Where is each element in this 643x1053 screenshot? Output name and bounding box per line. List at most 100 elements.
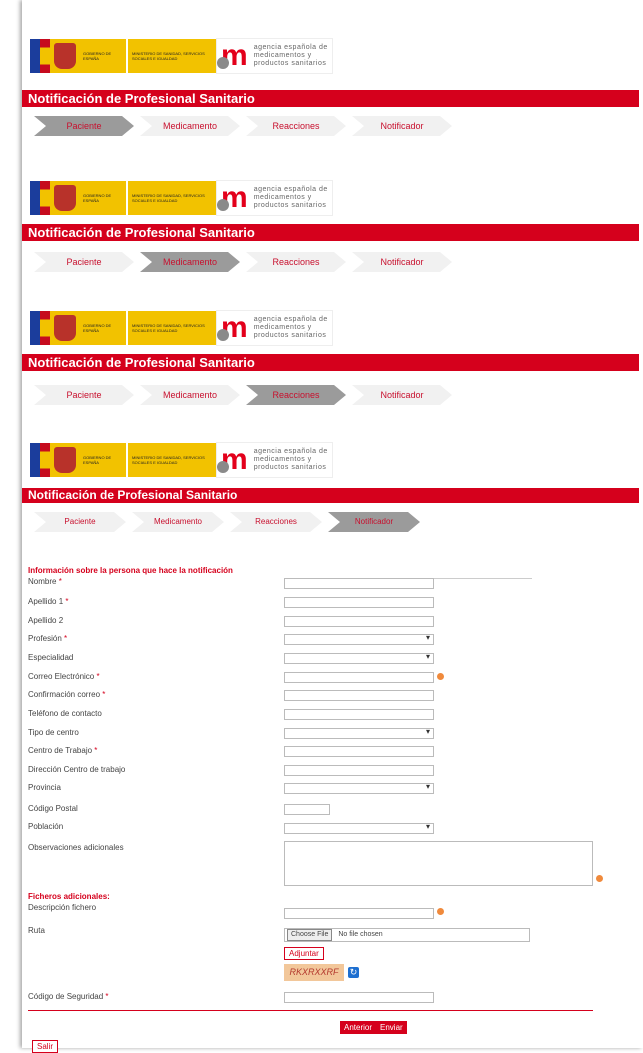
header-logos: GOBIERNO DE ESPAÑA MINISTERIO DE SANIDAD… [30,310,333,346]
file-input[interactable]: Choose File No file chosen [284,928,530,942]
spain-flag-icon [40,39,50,73]
label-ruta: Ruta [28,926,45,935]
government-logo: GOBIERNO DE ESPAÑA MINISTERIO DE SANIDAD… [30,39,216,73]
poblacion-select[interactable] [284,822,434,834]
salir-button[interactable]: Salir [32,1040,59,1053]
page-title: Notificación de Profesional Sanitario [22,224,639,241]
government-logo: GOBIERNO DE ESPAÑA MINISTERIO DE SANIDAD… [30,311,216,345]
wizard-steps: Paciente Medicamento Reacciones Notifica… [34,512,426,532]
coat-of-arms-icon [54,185,76,211]
label-confirmacion-correo: Confirmación correo * [28,690,106,699]
spain-flag-icon [40,443,50,477]
direccion-centro-input[interactable] [284,765,434,776]
step-reacciones[interactable]: Reacciones [246,385,346,405]
coat-of-arms-icon [54,315,76,341]
step-paciente[interactable]: Paciente [34,116,134,136]
label-correo: Correo Electrónico * [28,672,100,681]
aemps-logo: m agencia española de medicamentos y pro… [216,38,333,74]
aemps-m-icon: m [217,41,248,71]
coat-of-arms-icon [54,447,76,473]
step-paciente[interactable]: Paciente [34,385,134,405]
aemps-m-icon: m [217,313,248,343]
gov-text: GOBIERNO DE ESPAÑA [83,51,112,61]
label-codigo-seguridad: Código de Seguridad * [28,992,109,1001]
coat-of-arms-icon [54,43,76,69]
eu-flag-icon [30,181,40,215]
adjuntar-button[interactable]: Adjuntar [284,947,324,960]
government-logo: GOBIERNO DE ESPAÑA MINISTERIO DE SANIDAD… [30,443,216,477]
form-section-title: Información sobre la persona que hace la… [28,566,233,575]
centro-trabajo-input[interactable] [284,746,434,757]
label-telefono: Teléfono de contacto [28,709,102,718]
especialidad-select[interactable] [284,652,434,664]
label-codigo-postal: Código Postal [28,804,78,813]
page-title: Notificación de Profesional Sanitario [22,90,639,107]
label-centro-trabajo: Centro de Trabajo * [28,746,98,755]
captcha-image: RKXRXXRF [284,964,344,981]
page-title: Notificación de Profesional Sanitario [22,488,639,503]
step-reacciones[interactable]: Reacciones [230,512,322,532]
spain-flag-icon [40,181,50,215]
help-icon[interactable] [437,908,444,915]
telefono-input[interactable] [284,709,434,720]
help-icon[interactable] [596,875,603,882]
codigo-postal-input[interactable] [284,804,330,815]
header-logos: GOBIERNO DE ESPAÑA MINISTERIO DE SANIDAD… [30,38,333,74]
step-paciente[interactable]: Paciente [34,512,126,532]
step-notificador[interactable]: Notificador [328,512,420,532]
apellido1-input[interactable] [284,597,434,608]
divider [28,1010,593,1011]
step-medicamento[interactable]: Medicamento [132,512,224,532]
label-provincia: Provincia [28,783,61,792]
wizard-steps: Paciente Medicamento Reacciones Notifica… [34,116,458,136]
confirmacion-correo-input[interactable] [284,690,434,701]
provincia-select[interactable] [284,782,434,794]
ficheros-title: Ficheros adicionales: [28,892,110,901]
eu-flag-icon [30,311,40,345]
wizard-steps: Paciente Medicamento Reacciones Notifica… [34,385,458,405]
label-apellido1: Apellido 1 * [28,597,69,606]
aemps-logo: m agencia española de medicamentos y pro… [216,310,333,346]
aemps-logo: m agencia española de medicamentos y pro… [216,442,333,478]
enviar-button[interactable]: Enviar [376,1021,407,1034]
step-medicamento[interactable]: Medicamento [140,116,240,136]
wizard-steps: Paciente Medicamento Reacciones Notifica… [34,252,458,272]
tipo-centro-select[interactable] [284,727,434,739]
codigo-seguridad-input[interactable] [284,992,434,1003]
aemps-m-icon: m [217,445,248,475]
apellido2-input[interactable] [284,616,434,627]
step-medicamento[interactable]: Medicamento [140,385,240,405]
spain-flag-icon [40,311,50,345]
anterior-button[interactable]: Anterior [340,1021,377,1034]
step-paciente[interactable]: Paciente [34,252,134,272]
eu-flag-icon [30,443,40,477]
step-medicamento[interactable]: Medicamento [140,252,240,272]
file-status: No file chosen [338,931,383,938]
ministry-text: MINISTERIO DE SANIDAD, SERVICIOS SOCIALE… [132,51,205,61]
observaciones-textarea[interactable] [284,841,593,886]
header-logos: GOBIERNO DE ESPAÑA MINISTERIO DE SANIDAD… [30,442,333,478]
step-notificador[interactable]: Notificador [352,385,452,405]
label-tipo-centro: Tipo de centro [28,728,79,737]
eu-flag-icon [30,39,40,73]
label-profesion: Profesión * [28,634,68,643]
step-notificador[interactable]: Notificador [352,252,452,272]
help-icon[interactable] [437,673,444,680]
label-observaciones: Observaciones adicionales [28,843,124,852]
step-reacciones[interactable]: Reacciones [246,116,346,136]
step-notificador[interactable]: Notificador [352,116,452,136]
header-logos: GOBIERNO DE ESPAÑA MINISTERIO DE SANIDAD… [30,180,333,216]
choose-file-button[interactable]: Choose File [287,929,333,941]
nombre-input[interactable] [284,578,434,589]
label-poblacion: Población [28,822,64,831]
step-reacciones[interactable]: Reacciones [246,252,346,272]
aemps-m-icon: m [217,183,248,213]
refresh-icon[interactable]: ↻ [348,967,359,978]
label-especialidad: Especialidad [28,653,74,662]
label-direccion-centro: Dirección Centro de trabajo [28,765,126,774]
government-logo: GOBIERNO DE ESPAÑA MINISTERIO DE SANIDAD… [30,181,216,215]
descripcion-fichero-input[interactable] [284,908,434,919]
profesion-select[interactable] [284,633,434,645]
correo-input[interactable] [284,672,434,683]
label-apellido2: Apellido 2 [28,616,64,625]
